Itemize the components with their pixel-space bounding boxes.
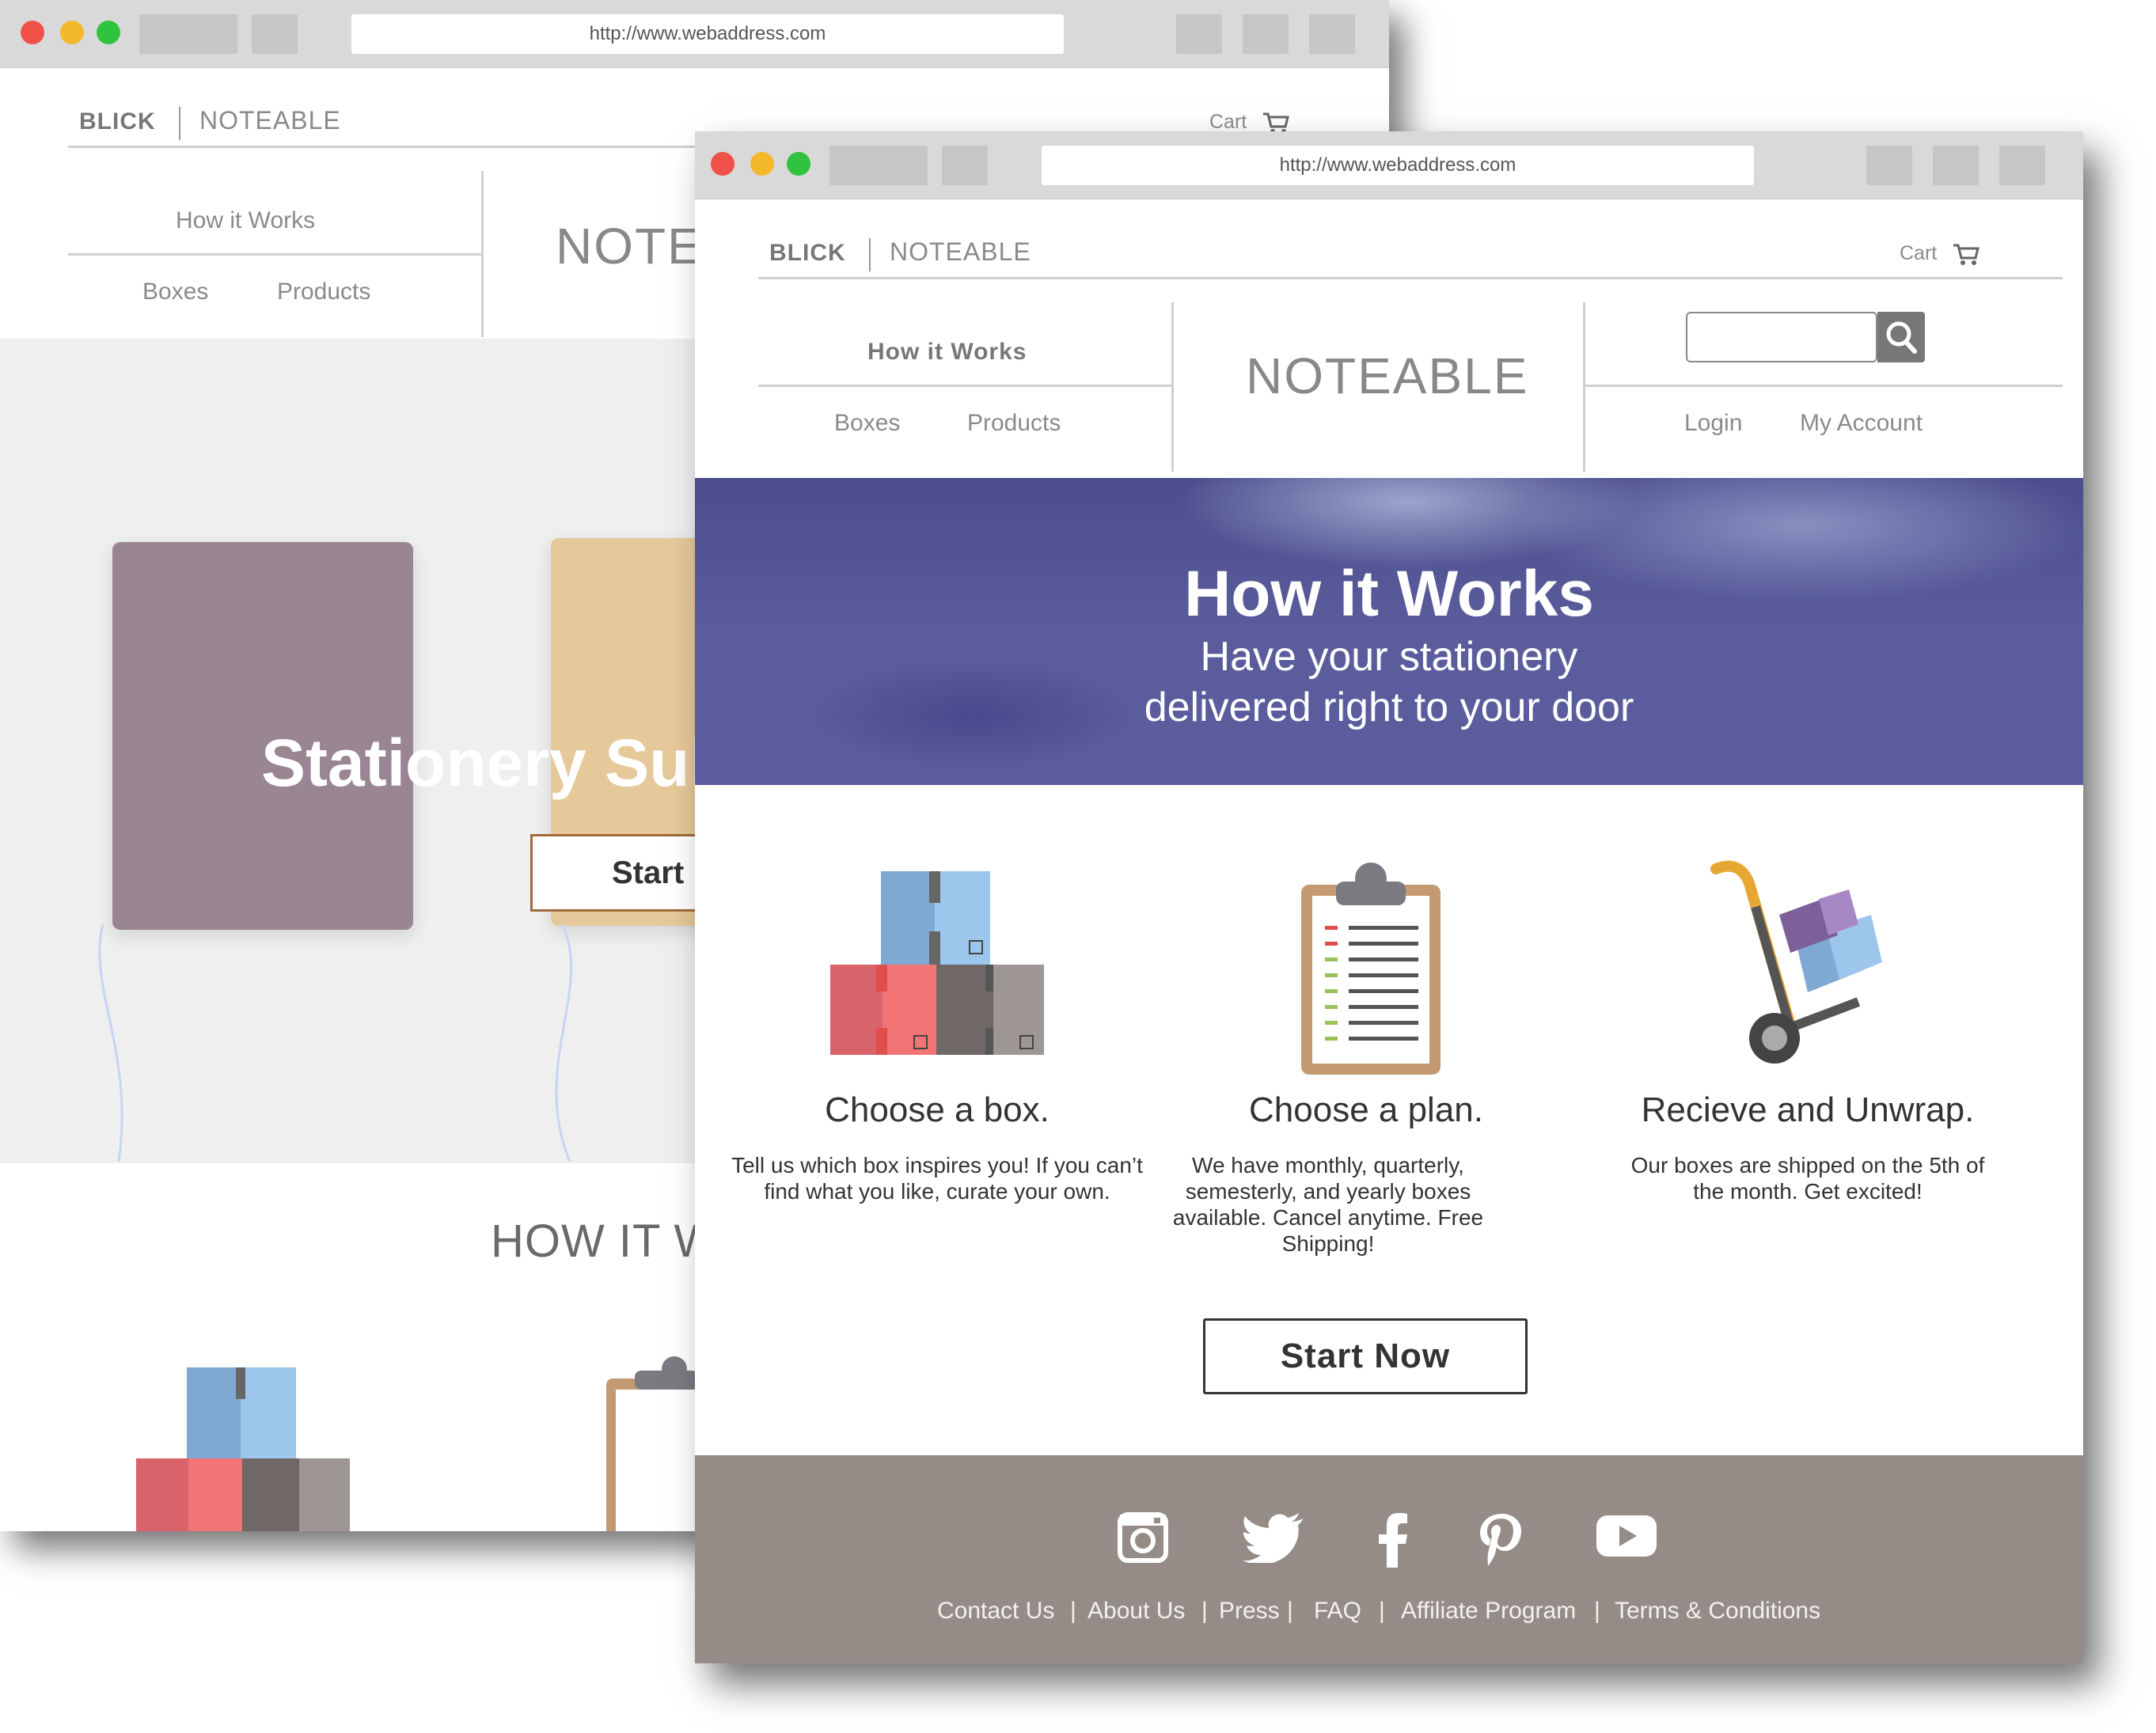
boxes-icon [830,871,1044,1055]
minimize-window-button[interactable] [750,152,774,176]
youtube-icon[interactable] [1596,1512,1657,1560]
step-3-title: Recieve and Unwrap. [1641,1090,1975,1129]
step-1-title: Choose a box. [825,1090,1050,1129]
divider [1585,385,2063,387]
maximize-window-button[interactable] [787,152,810,176]
footer-separator: | [1070,1598,1076,1624]
nav-how-it-works[interactable]: How it Works [867,339,1027,366]
site-logo[interactable]: NOTEABLE [1246,347,1528,405]
browser-toolbar: http://www.webaddress.com [695,131,2083,199]
footer-separator: | [1201,1598,1208,1624]
hero-subtitle-line2: delivered right to your door [1144,684,1634,730]
footer-separator: | [1594,1598,1600,1624]
hand-truck-icon [1710,860,1882,1064]
address-bar[interactable]: http://www.webaddress.com [351,14,1064,54]
toolbar-button[interactable] [1866,146,1912,185]
forward-nav-button[interactable] [942,146,988,185]
nav-products[interactable]: Products [967,410,1061,437]
step-2-text: We have monthly, quarterly, semesterly, … [1172,1153,1484,1256]
twitter-icon[interactable] [1243,1512,1304,1563]
footer-link-contact-us[interactable]: Contact Us [937,1598,1054,1625]
divider [179,107,180,140]
toolbar-button[interactable] [1999,146,2045,185]
forward-nav-button[interactable] [252,14,298,54]
footer: Contact Us | About Us | Press | FAQ | Af… [695,1455,2083,1663]
step-3-text: Our boxes are shipped on the 5th of the … [1630,1153,1985,1204]
nav-how-it-works[interactable]: How it Works [176,207,315,234]
thread-decoration [98,924,573,1162]
back-nav-button[interactable] [829,146,928,185]
site-name-link[interactable]: NOTEABLE [890,237,1031,267]
address-bar[interactable]: http://www.webaddress.com [1042,146,1754,185]
divider [758,277,2063,279]
search-icon [1886,321,1917,354]
cart-link[interactable]: Cart [1209,111,1247,134]
divider [68,253,481,256]
nav-products[interactable]: Products [277,279,370,305]
start-now-button[interactable]: Start Now [1203,1318,1528,1394]
divider [481,171,484,337]
toolbar-button[interactable] [1176,14,1222,54]
nav-boxes[interactable]: Boxes [142,279,208,305]
minimize-window-button[interactable] [60,21,84,44]
nav-boxes[interactable]: Boxes [834,410,900,437]
footer-link-affiliate-program[interactable]: Affiliate Program [1401,1598,1576,1625]
toolbar-button[interactable] [1243,14,1289,54]
step-1-text: Tell us which box inspires you! If you c… [731,1153,1143,1204]
footer-link-press[interactable]: Press [1219,1598,1280,1625]
site-logo[interactable]: NOTE [556,217,703,275]
footer-link-faq[interactable]: FAQ [1314,1598,1361,1625]
divider [869,238,871,271]
search-input[interactable] [1686,312,1877,362]
footer-separator: | [1287,1598,1293,1624]
search-button[interactable] [1877,312,1925,362]
hero-subtitle-line1: Have your stationery [1200,634,1578,680]
divider [1583,302,1585,472]
front-browser-window: http://www.webaddress.com BLICK NOTEABLE… [695,131,2083,1663]
close-window-button[interactable] [711,152,734,176]
maximize-window-button[interactable] [97,21,120,44]
divider [758,385,1171,387]
pinterest-icon[interactable] [1478,1512,1524,1568]
section-title: HOW IT W [491,1215,719,1267]
boxes-icon [136,1367,350,1531]
site-name-link[interactable]: NOTEABLE [199,106,341,135]
footer-separator: | [1379,1598,1385,1624]
instagram-icon[interactable] [1118,1512,1168,1563]
step-2-title: Choose a plan. [1249,1090,1483,1129]
back-nav-button[interactable] [139,14,237,54]
my-account-link[interactable]: My Account [1800,410,1923,437]
cart-link[interactable]: Cart [1900,242,1937,265]
toolbar-button[interactable] [1309,14,1355,54]
divider [1171,302,1174,472]
hero-title: Stationery Sub [261,726,731,800]
toolbar-button[interactable] [1933,146,1979,185]
brand-link[interactable]: BLICK [79,108,156,135]
hero-title: How it Works [1184,558,1594,630]
cart-icon[interactable] [1952,242,1980,266]
close-window-button[interactable] [21,21,44,44]
clipboard-icon [606,1356,698,1531]
hero-banner: How it Works Have your stationery delive… [695,478,2083,785]
footer-link-about-us[interactable]: About Us [1087,1598,1185,1625]
facebook-icon[interactable] [1377,1512,1409,1568]
clipboard-icon [1301,863,1440,1075]
brand-link[interactable]: BLICK [769,240,846,267]
browser-toolbar: http://www.webaddress.com [0,0,1389,68]
login-link[interactable]: Login [1684,410,1742,437]
footer-link-terms-conditions[interactable]: Terms & Conditions [1615,1598,1820,1625]
